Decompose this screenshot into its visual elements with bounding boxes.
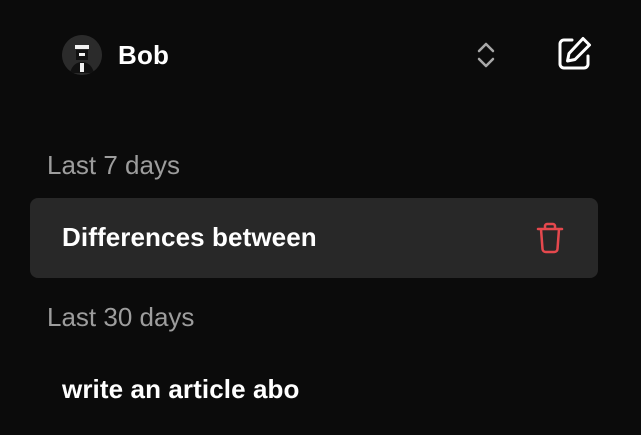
user-name: Bob xyxy=(118,39,170,70)
chat-item[interactable]: write an article abo xyxy=(30,350,598,430)
chat-item-active[interactable]: Differences between xyxy=(30,198,598,278)
chevron-up-down-icon[interactable] xyxy=(472,40,500,70)
section-label-last-7-days: Last 7 days xyxy=(47,150,180,180)
chat-item-title: write an article abo xyxy=(62,374,300,404)
chat-item-title: Differences between xyxy=(62,222,317,252)
user-avatar-icon xyxy=(62,35,102,75)
section-label-last-30-days: Last 30 days xyxy=(47,302,195,332)
trash-icon[interactable] xyxy=(535,222,565,254)
chat-sidebar: Bob Last 7 days Differences between Last… xyxy=(0,0,641,435)
edit-icon[interactable] xyxy=(554,34,594,74)
user-menu[interactable]: Bob xyxy=(62,34,169,76)
